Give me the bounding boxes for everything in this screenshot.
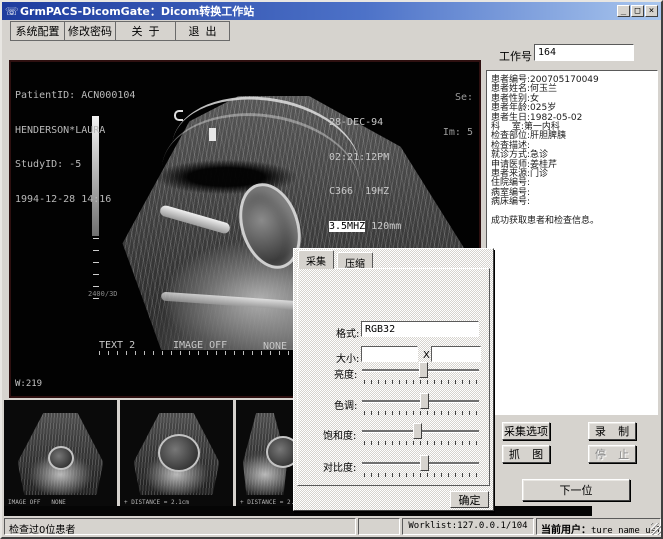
overlay-line: PatientID: ACN000104 — [15, 90, 135, 102]
thumbnail-image-1[interactable]: IMAGE OFF NONE — [4, 400, 117, 508]
overlay-line: 1994-12-28 14:16 — [15, 194, 135, 206]
capture-tab-panel: 格式: 大小: X 亮度: 色调: 饱和度: — [297, 268, 490, 486]
statusbar-patients: 检查过0位患者 — [4, 518, 356, 535]
menu-system-config[interactable]: 系统配置 — [10, 21, 65, 41]
status-message: 成功获取患者和检查信息。 — [491, 217, 653, 226]
thumbnail-strip: IMAGE OFF NONE + DISTANCE = 2.1cm + DIST… — [4, 400, 294, 508]
slider-thumb[interactable] — [413, 423, 422, 439]
work-number-input[interactable] — [534, 44, 634, 61]
thumbnail-structure — [48, 446, 74, 470]
contrast-label: 对比度: — [323, 459, 356, 474]
overlay-window-level: W:219 L:109 Size: 640x480p2 — [15, 359, 96, 398]
statusbar-worklist: Worklist:127.0.0.1/104 — [402, 518, 534, 535]
size-label: 大小: — [336, 350, 359, 365]
capture-options-button[interactable]: 采集选项 — [502, 422, 550, 440]
size-separator: X — [423, 350, 430, 361]
overlay-line: W:219 — [15, 379, 96, 389]
overlay-series-info: Se: Im: 5 — [411, 69, 473, 161]
contrast-slider[interactable] — [362, 454, 479, 476]
size-width-input[interactable] — [361, 346, 418, 362]
app-icon: ☏ — [5, 5, 20, 18]
slider-ticks — [364, 380, 477, 384]
resize-grip-icon[interactable] — [651, 523, 663, 535]
close-button[interactable]: × — [645, 5, 658, 17]
patient-info-box: 患者编号:200705170049 患者姓名:何玉兰 患者性别:女 患者年龄:0… — [486, 70, 658, 415]
saturation-label: 饱和度: — [323, 427, 356, 442]
thumbnail-image-3[interactable]: + DISTANCE = 2.1cm — [236, 400, 294, 508]
statusbar-current-user: 当前用户：ture name usl — [536, 518, 661, 535]
thumbnail-caption: IMAGE OFF NONE — [8, 499, 66, 506]
slider-ticks — [364, 473, 477, 477]
slider-thumb[interactable] — [419, 362, 428, 378]
slider-ticks — [364, 441, 477, 445]
brightness-slider[interactable] — [362, 361, 479, 383]
format-input[interactable] — [361, 321, 479, 337]
orientation-marker — [174, 110, 183, 121]
bottom-ruler-text1: TEXT 2 — [99, 340, 135, 352]
statusbar-spacer — [358, 518, 400, 535]
next-patient-button[interactable]: 下一位 — [522, 479, 630, 501]
overlay-line: 120mm — [365, 221, 401, 232]
capture-settings-dialog: 采集 压缩 格式: 大小: X 亮度: 色调: 饱和度: — [293, 248, 494, 511]
overlay-line: StudyID: -5 — [15, 159, 135, 171]
record-button[interactable]: 录 制 — [588, 422, 636, 440]
bottom-ruler-text2: IMAGE OFF — [173, 340, 227, 352]
title-bar: ☏ GrmPACS-DicomGate：Dicom转换工作站 — [2, 2, 661, 20]
slider-thumb[interactable] — [420, 393, 429, 409]
thumbnail-caption: + DISTANCE = 2.1cm — [124, 499, 189, 506]
overlay-line: HENDERSON*LAURA — [15, 125, 135, 137]
thumbnail-structure — [158, 434, 200, 472]
slider-thumb[interactable] — [420, 455, 429, 471]
overlay-line: 28-DEC-94 — [329, 117, 401, 129]
thumbnail-caption: + DISTANCE = 2.1cm — [240, 499, 294, 506]
scale-marker-text: 2400/3D — [88, 289, 118, 301]
grab-image-button[interactable]: 抓 图 — [502, 445, 550, 463]
format-label: 格式: — [336, 325, 359, 340]
frequency-highlight: 3.5MHZ — [329, 221, 365, 232]
menu-about[interactable]: 关 于 — [115, 21, 176, 41]
thumbnail-structure — [266, 436, 294, 468]
saturation-slider[interactable] — [362, 422, 479, 444]
brightness-label: 亮度: — [334, 366, 357, 381]
menu-change-password[interactable]: 修改密码 — [64, 21, 116, 41]
overlay-line: Se: — [411, 92, 473, 104]
ok-button[interactable]: 确定 — [450, 491, 489, 508]
hue-label: 色调: — [334, 397, 357, 412]
overlay-patient-id: PatientID: ACN000104 HENDERSON*LAURA Stu… — [15, 67, 135, 228]
patient-info-line: 病床编号: — [491, 198, 653, 207]
window-title: GrmPACS-DicomGate：Dicom转换工作站 — [20, 3, 254, 19]
overlay-line: 02:21:12PM — [329, 152, 401, 164]
maximize-button[interactable]: □ — [631, 5, 644, 17]
thumbnail-image-2[interactable]: + DISTANCE = 2.1cm — [120, 400, 233, 508]
overlay-line: C366 19HZ — [329, 186, 401, 198]
stop-button[interactable]: 停 止 — [588, 445, 636, 463]
current-user-label: 当前用户： — [541, 525, 591, 535]
tab-compression[interactable]: 压缩 — [337, 252, 373, 269]
slider-ticks — [364, 411, 477, 415]
hue-slider[interactable] — [362, 392, 479, 414]
menu-exit[interactable]: 退 出 — [175, 21, 230, 41]
size-height-input[interactable] — [431, 346, 481, 362]
overlay-line: Im: 5 — [411, 127, 473, 139]
app-window: ☏ GrmPACS-DicomGate：Dicom转换工作站 _ □ × 系统配… — [0, 0, 663, 539]
tab-capture[interactable]: 采集 — [298, 250, 334, 269]
minimize-button[interactable]: _ — [617, 5, 630, 17]
anechoic-band — [131, 154, 321, 200]
focus-marker — [209, 128, 216, 141]
